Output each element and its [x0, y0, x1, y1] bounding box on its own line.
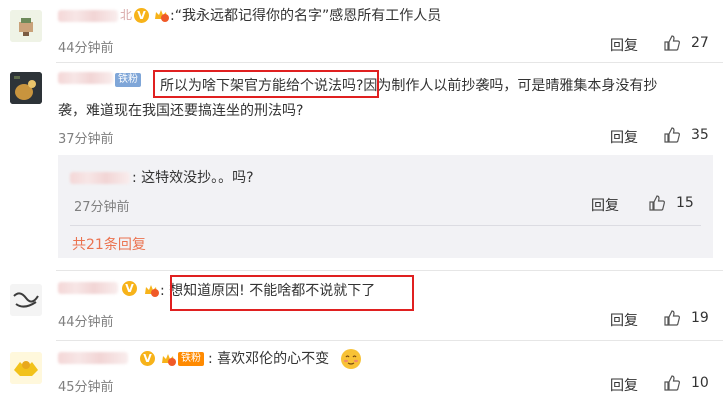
like-count: 10 — [691, 375, 709, 391]
thumbs-up-icon[interactable] — [663, 309, 681, 327]
thumbs-up-icon[interactable] — [663, 34, 681, 52]
comment-5: V 铁粉 : 喜欢邓伦的心不变 45分钟前 回复 10 — [0, 340, 723, 403]
fan-badge: 铁粉 — [178, 352, 204, 366]
timestamp: 27分钟前 — [74, 200, 130, 215]
comment-1: 北 V :“我永远都记得你的名字”感恩所有工作人员 44分钟前 回复 27 — [0, 0, 723, 62]
like-count: 19 — [691, 310, 709, 326]
v-verified-icon: V — [122, 281, 137, 296]
username-visible[interactable]: 北 — [120, 4, 132, 26]
avatar-image — [10, 284, 42, 316]
comment-text-line-2: 袭，难道现在我国还要搞连坐的刑法吗? — [58, 103, 304, 119]
reply-button[interactable]: 回复 — [610, 35, 638, 55]
view-more-replies-link[interactable]: 共21条回复 — [72, 234, 146, 254]
username-blurred[interactable] — [58, 10, 118, 22]
timestamp: 44分钟前 — [58, 315, 114, 330]
avatar[interactable] — [10, 352, 42, 384]
reply-button[interactable]: 回复 — [610, 310, 638, 330]
username-blurred[interactable] — [58, 282, 118, 294]
blush-emoji-icon — [341, 349, 361, 369]
avatar-image — [10, 352, 42, 384]
timestamp: 45分钟前 — [58, 380, 114, 395]
thumbs-up-icon[interactable] — [648, 194, 666, 212]
crown-icon — [145, 285, 159, 297]
timestamp: 37分钟前 — [58, 132, 114, 147]
avatar[interactable] — [10, 284, 42, 316]
reply-button[interactable]: 回复 — [610, 375, 638, 395]
highlight-box — [153, 70, 379, 98]
avatar-image — [10, 10, 42, 42]
avatar[interactable] — [10, 72, 42, 104]
divider — [70, 225, 701, 226]
thumbs-up-icon[interactable] — [663, 126, 681, 144]
username-blurred[interactable] — [70, 172, 130, 184]
crown-icon — [155, 10, 169, 22]
highlight-box — [170, 275, 414, 311]
v-verified-icon: V — [140, 351, 155, 366]
fan-badge: 铁粉 — [115, 73, 141, 87]
crown-icon — [162, 354, 176, 366]
like-count: 15 — [676, 195, 694, 211]
like-count: 27 — [691, 35, 709, 51]
sub-reply-text: 这特效没抄。。吗? — [141, 170, 254, 186]
reply-button[interactable]: 回复 — [591, 195, 619, 215]
timestamp: 44分钟前 — [58, 41, 114, 56]
username-blurred[interactable] — [58, 352, 128, 364]
avatar-image — [10, 72, 42, 104]
like-count: 35 — [691, 127, 709, 143]
username-blurred[interactable] — [58, 72, 113, 84]
thumbs-up-icon[interactable] — [663, 374, 681, 392]
comment-text: “我永远都记得你的名字”感恩所有工作人员 — [174, 8, 442, 24]
avatar[interactable] — [10, 10, 42, 42]
reply-button[interactable]: 回复 — [610, 127, 638, 147]
v-verified-icon: V — [134, 8, 149, 23]
comment-text: 喜欢邓伦的心不变 — [217, 351, 330, 367]
sub-reply-box: : 这特效没抄。。吗? 27分钟前 回复 15 共21条回复 — [58, 155, 713, 258]
